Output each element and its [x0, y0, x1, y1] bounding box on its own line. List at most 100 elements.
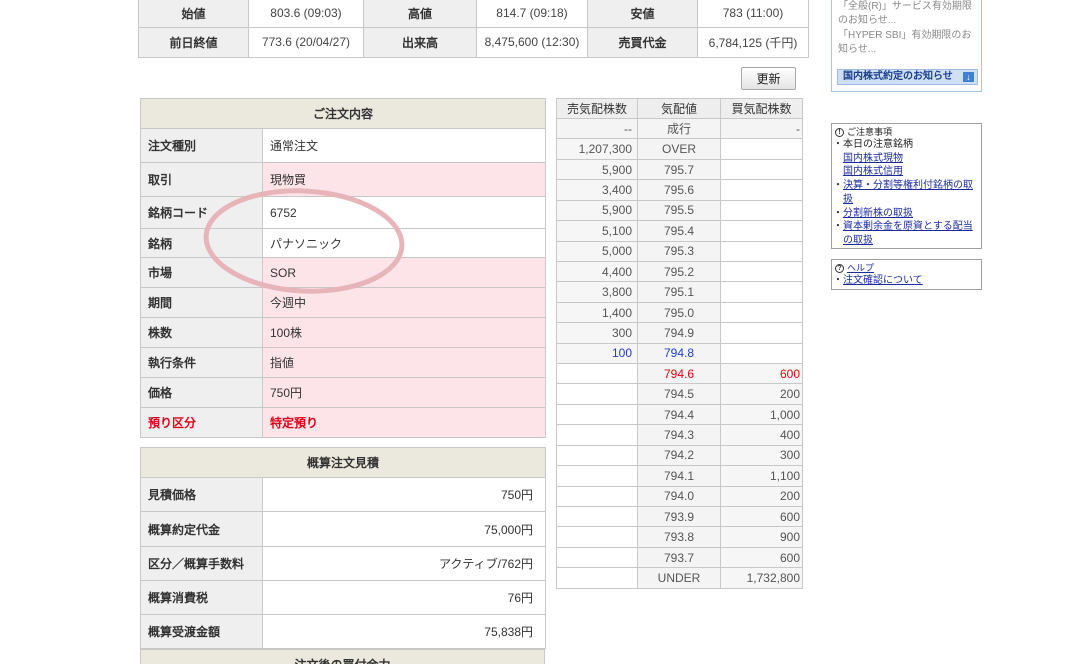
help-link[interactable]: ヘルプ	[847, 262, 874, 274]
sell-quantity-cell	[556, 363, 638, 385]
help-header: ヘルプ	[835, 262, 978, 274]
order-row: 取引 現物買	[140, 162, 547, 197]
sell-quantity-cell: 1,207,300	[556, 138, 638, 160]
order-row: 執行条件 指値	[140, 347, 547, 378]
order-details-table: ご注文内容 注文種別 通常注文 取引 現物買 銘柄コード 6752 銘柄 パナソニック 市場 SO…	[139, 98, 547, 438]
order-book-row: 793.8 900	[556, 526, 803, 548]
caution-list: 本日の注意銘柄 国内株式現物 国内株式信用 決算・分割等権利付銘柄の取扱 分割新…	[833, 138, 978, 248]
caution-link-item: 資本剰余金を原資とする配当の取扱	[833, 220, 978, 247]
buy-quantity-cell	[720, 199, 803, 222]
caution-link-item: 分割新株の取扱	[833, 207, 978, 221]
notice-link-service-expiry[interactable]: 「全般(R)」サービス有効期限のお知らせ...	[838, 0, 978, 28]
buy-quantity-cell: 400	[720, 424, 803, 446]
caution-header: ご注意事項	[835, 126, 978, 138]
help-panel: ヘルプ 注文確認について	[831, 259, 982, 290]
price-cell: 成行	[637, 117, 721, 140]
order-book-row: 1,400 795.0	[556, 301, 803, 324]
buy-quantity-cell	[720, 260, 803, 283]
estimate-label: 概算約定代金	[140, 511, 263, 547]
price-cell: UNDER	[637, 567, 721, 589]
order-label: 市場	[140, 257, 263, 288]
order-book-row: -- 成行 -	[556, 117, 803, 140]
order-book-row: 5,900 795.7	[556, 158, 803, 181]
price-cell: 795.0	[637, 301, 721, 324]
quote-row: 始値 803.6 (09:03) 高値 814.7 (09:18) 安値 783 (11:…	[138, 0, 809, 28]
sell-quantity-cell: 3,400	[556, 179, 638, 201]
order-label: 注文種別	[140, 128, 263, 163]
buy-quantity-cell	[720, 240, 803, 262]
caution-link-rights-stocks[interactable]: 決算・分割等権利付銘柄の取扱	[843, 180, 973, 205]
caution-link-capital-surplus-dividend[interactable]: 資本剰余金を原資とする配当の取扱	[843, 221, 973, 246]
order-book-row: UNDER 1,732,800	[556, 567, 803, 589]
buying-power-title: 注文後の買付余力	[140, 649, 545, 664]
order-label: 価格	[140, 377, 263, 408]
quote-label: 売買代金	[587, 26, 698, 58]
buy-quantity-cell: 900	[720, 526, 803, 548]
caution-heading: 本日の注意銘柄	[833, 138, 978, 152]
order-row: 注文種別 通常注文	[140, 128, 547, 163]
order-label: 期間	[140, 287, 263, 318]
sell-quantity-cell: 5,000	[556, 240, 638, 262]
estimate-row: 見積価格 750円	[140, 477, 547, 512]
buy-quantity-cell: 200	[720, 383, 803, 405]
order-book-row: 5,900 795.5	[556, 199, 803, 222]
sell-quantity-cell	[556, 546, 638, 569]
estimate-row: 概算約定代金 75,000円	[140, 511, 547, 547]
notice-link-hyper-sbi-expiry[interactable]: 「HYPER SBI」有効期限のお知らせ...	[838, 29, 978, 57]
buy-quantity-cell	[720, 301, 803, 324]
estimate-label: 見積価格	[140, 477, 263, 512]
caution-sublink-item: 国内株式信用	[835, 165, 978, 179]
help-link-order-confirmation[interactable]: 注文確認について	[843, 275, 923, 286]
sell-quantity-cell: --	[556, 117, 638, 140]
order-book-row: 794.4 1,000	[556, 403, 803, 426]
order-row: 価格 750円	[140, 377, 547, 408]
sell-quantity-cell	[556, 424, 638, 446]
caution-title: ご注意事項	[847, 127, 893, 137]
order-book-row: 794.6 600	[556, 363, 803, 385]
order-book-body: -- 成行 -1,207,300 OVER 5,900 795.7 3,400 795.6 5,…	[556, 117, 803, 589]
order-details-header-row: ご注文内容	[139, 98, 547, 129]
quote-label: 前日終値	[138, 26, 249, 58]
order-label: 株数	[140, 317, 263, 348]
order-book-row: 5,000 795.3	[556, 240, 803, 262]
price-cell: 793.9	[637, 506, 721, 528]
order-value: 特定預り	[261, 407, 547, 438]
refresh-button[interactable]: 更新	[741, 67, 796, 90]
order-label: 執行条件	[140, 347, 263, 378]
caution-link-split-shares[interactable]: 分割新株の取扱	[843, 208, 913, 219]
order-book-row: 300 794.9	[556, 322, 803, 344]
price-cell: 793.8	[637, 526, 721, 548]
order-value: 750円	[261, 377, 547, 408]
quote-value: 814.7 (09:18)	[476, 0, 588, 28]
order-book-row: 794.2 300	[556, 444, 803, 467]
sell-quantity-cell	[556, 444, 638, 467]
order-book-row: 794.1 1,100	[556, 465, 803, 487]
quote-label: 出来高	[363, 26, 477, 58]
sell-quantity-cell: 5,900	[556, 199, 638, 222]
buy-quantity-cell: -	[720, 117, 803, 140]
estimate-header-row: 概算注文見積	[139, 447, 547, 478]
quote-value: 803.6 (09:03)	[248, 0, 364, 28]
order-book-row: 793.9 600	[556, 506, 803, 528]
order-details-title: ご注文内容	[139, 98, 547, 129]
caution-sublink-item: 国内株式現物	[835, 152, 978, 166]
estimate-row: 区分／概算手数料 アクティブ/762円	[140, 546, 547, 581]
sell-quantity-cell	[556, 485, 638, 508]
buy-quantity-cell	[720, 138, 803, 160]
execution-notice-banner[interactable]: 国内株式約定のお知らせ	[837, 69, 978, 85]
caution-link-domestic-margin[interactable]: 国内株式信用	[843, 166, 903, 177]
order-value: 6752	[261, 196, 547, 229]
buy-quantity-cell: 600	[720, 506, 803, 528]
price-cell: 793.7	[637, 546, 721, 569]
estimate-body: 見積価格 750円 概算約定代金 75,000円 区分／概算手数料 アクティブ/762円概…	[140, 477, 547, 649]
execution-notice-label: 国内株式約定のお知らせ	[843, 71, 953, 82]
buy-quantity-cell	[720, 179, 803, 201]
sell-quantity-cell	[556, 403, 638, 426]
help-icon	[835, 263, 844, 273]
buy-quantity-cell	[720, 281, 803, 303]
caution-link-domestic-spot[interactable]: 国内株式現物	[843, 153, 903, 164]
order-row: 期間 今週中	[140, 287, 547, 318]
sell-quantity-cell	[556, 383, 638, 405]
order-book-row: 794.5 200	[556, 383, 803, 405]
price-cell: 794.1	[637, 465, 721, 487]
